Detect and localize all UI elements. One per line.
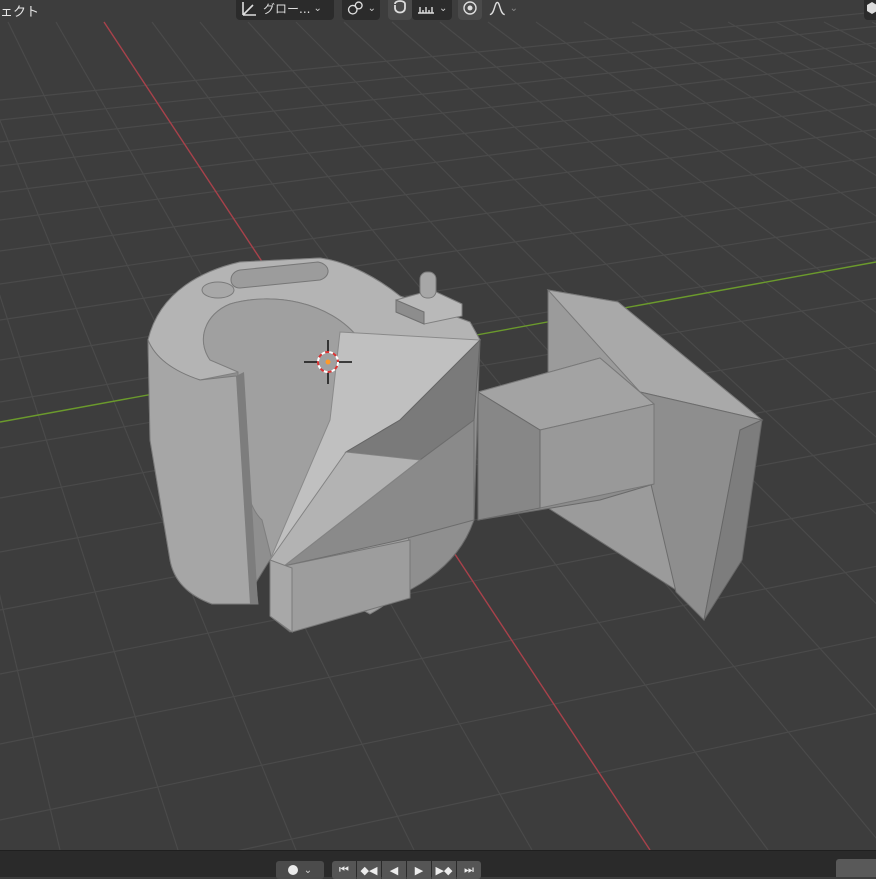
pivot-point-dropdown[interactable]: ⌄ [342, 0, 380, 20]
jump-to-start-button[interactable]: ⏮ [332, 861, 356, 879]
keyframe-dot-icon [287, 865, 298, 875]
previous-keyframe-button[interactable]: ◆◀ [357, 861, 381, 879]
proportional-editing-toggle[interactable] [458, 0, 482, 20]
overlay-icon [867, 2, 876, 14]
snap-magnet-icon [394, 0, 406, 14]
play-button[interactable]: ▶ [407, 861, 431, 879]
timeline-bar: ⌄ ⏮ ◆◀ ◀ ▶ ▶◆ ⏭ [0, 850, 876, 879]
proportional-falloff-dropdown[interactable]: ⌄ [484, 0, 522, 20]
chevron-down-icon: ⌄ [439, 2, 448, 14]
object-menu-label[interactable]: ェクト [0, 1, 39, 20]
transform-orientation-dropdown[interactable]: グロー... ⌄ [236, 0, 334, 20]
keyframe-insert-dropdown[interactable]: ⌄ [276, 861, 324, 879]
snap-target-dropdown[interactable]: ⌄ [412, 0, 452, 20]
chevron-down-icon: ⌄ [367, 2, 376, 14]
snap-toggle[interactable] [388, 0, 412, 20]
play-reverse-button[interactable]: ◀ [382, 861, 406, 879]
3d-viewport[interactable] [0, 0, 876, 876]
chevron-down-icon: ⌄ [303, 864, 313, 876]
transform-orientation-icon [242, 2, 256, 16]
next-keyframe-button[interactable]: ▶◆ [432, 861, 456, 879]
transform-orientation-value: グロー... [263, 1, 311, 16]
falloff-curve-icon [489, 1, 505, 16]
chevron-down-icon: ⌄ [509, 2, 518, 14]
pivot-point-icon [347, 1, 363, 15]
viewport-header: ェクト グロー... ⌄ ⌄ ⌄ ⌄ [0, 0, 876, 22]
snap-increment-icon [418, 7, 434, 14]
overlay-toggle[interactable] [864, 0, 876, 20]
proportional-editing-icon [463, 1, 477, 15]
playback-controls: ⏮ ◆◀ ◀ ▶ ▶◆ ⏭ [332, 861, 481, 879]
jump-to-end-button[interactable]: ⏭ [457, 861, 481, 879]
chevron-down-icon: ⌄ [313, 2, 322, 14]
frame-field[interactable] [836, 859, 876, 877]
